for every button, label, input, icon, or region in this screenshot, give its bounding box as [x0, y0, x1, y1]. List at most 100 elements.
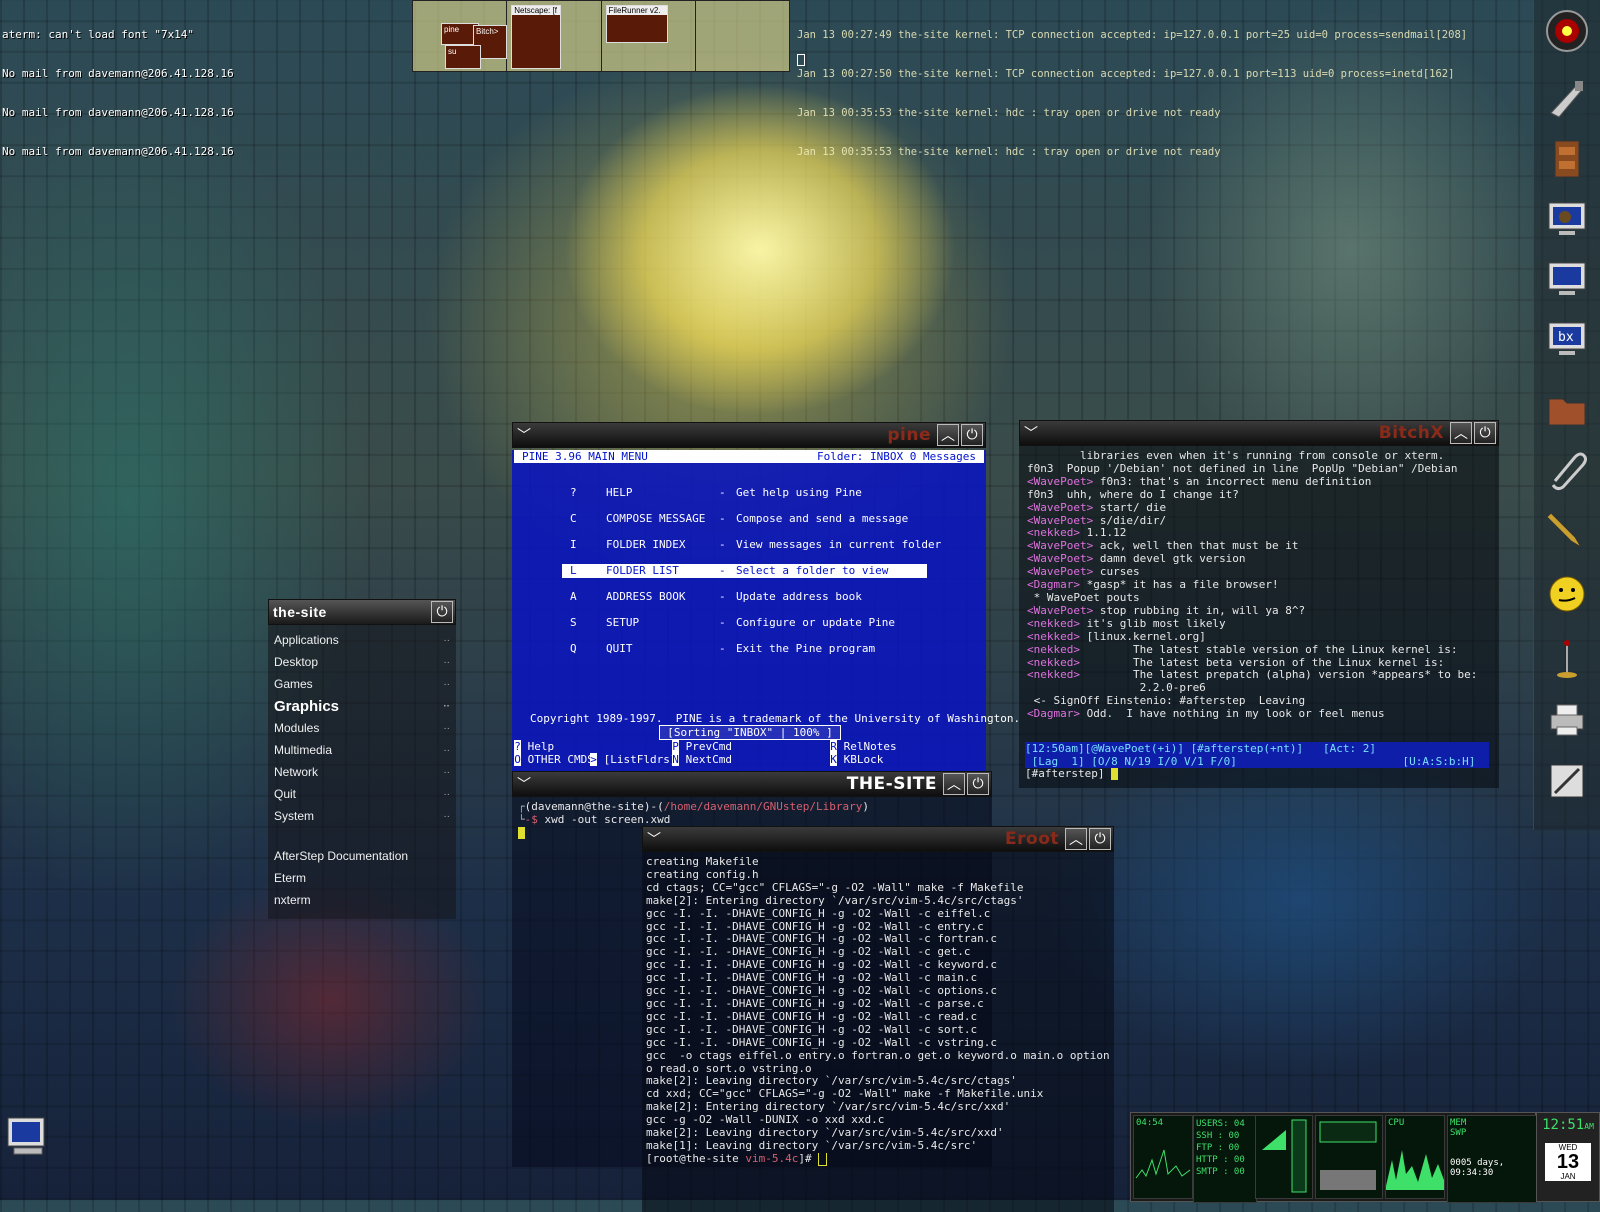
pine-cmd-help[interactable]: ? Help — [514, 740, 554, 753]
bitchx-titlebar[interactable]: ﹀ BitchX ︿ ⏻ — [1019, 420, 1499, 446]
menu-label: SETUP — [606, 616, 640, 629]
pager-desk-3[interactable]: FileRunner v2. — [602, 1, 696, 71]
window-menu-icon[interactable]: ﹀ — [1020, 422, 1042, 444]
menu-item-eterm[interactable]: Eterm — [268, 867, 456, 889]
shade-icon[interactable]: ︿ — [943, 773, 965, 795]
connection-monitor[interactable]: USERS: 04 SSH : 00 FTP : 00 HTTP : 00 SM… — [1193, 1115, 1257, 1203]
uptime-time: 09:34:30 — [1450, 1168, 1494, 1178]
menu-desc: View messages in current folder — [736, 538, 942, 551]
pine-header-left: PINE 3.96 MAIN MENU — [522, 450, 648, 463]
menu-item-system[interactable]: System ·· — [268, 805, 456, 827]
menu-item-network[interactable]: Network ·· — [268, 761, 456, 783]
network-monitor[interactable] — [1255, 1115, 1313, 1199]
pine-menu-folder-index[interactable]: I FOLDER INDEX - View messages in current f… — [562, 538, 941, 552]
menu-item-modules[interactable]: Modules ·· — [268, 717, 456, 739]
bitchx-icon[interactable]: bx — [1536, 310, 1598, 368]
menu-item-label: Eterm — [274, 871, 307, 885]
bitchx-body[interactable]: libraries even when it's running from co… — [1019, 446, 1499, 788]
monitor-bomb-icon[interactable] — [1536, 190, 1598, 248]
the-site-titlebar[interactable]: ﹀ THE-SITE ︿ ⏻ — [512, 771, 992, 797]
irc-input-line[interactable]: [#afterstep] _ — [1025, 768, 1118, 781]
pine-window[interactable]: ﹀ pine ︿ ⏻ PINE 3.96 MAIN MENU Folder: I… — [512, 422, 1020, 778]
fountain-pen-icon[interactable] — [1536, 500, 1598, 558]
smiley-face-icon[interactable] — [1536, 565, 1598, 623]
menu-item-multimedia[interactable]: Multimedia ·· — [268, 739, 456, 761]
pine-menu-help[interactable]: ? HELP - Get help using Pine — [562, 486, 927, 500]
pine-cmd-other[interactable]: O OTHER CMDS — [514, 753, 594, 766]
eroot-titlebar[interactable]: ﹀ Eroot ︿ ⏻ — [642, 826, 1114, 852]
pager-desk-1[interactable]: pine Bitch> su — [413, 1, 508, 71]
clock-calendar[interactable]: 12:51AM WED 13 JAN — [1536, 1112, 1600, 1202]
syslog-line: Jan 13 00:27:49 the-site kernel: TCP con… — [797, 29, 1468, 41]
shade-icon[interactable]: ︿ — [937, 424, 959, 446]
pager-window-filerunner[interactable]: FileRunner v2. — [605, 5, 668, 43]
pine-menu-folder-list[interactable]: L FOLDER LIST - Select a folder to view — [562, 564, 927, 578]
window-menu-icon[interactable]: ﹀ — [513, 424, 535, 446]
paperclip-icon[interactable] — [1536, 440, 1598, 498]
menu-item-nxterm[interactable]: nxterm — [268, 889, 456, 911]
uptime-days: 0005 days, — [1450, 1158, 1505, 1168]
irc-nick: <Dagmar> — [1027, 707, 1080, 721]
menu-item-quit[interactable]: Quit ·· — [268, 783, 456, 805]
lamp-icon[interactable] — [1536, 630, 1598, 688]
desktop-monitor-icon[interactable] — [4, 1112, 52, 1164]
irc-message: The latest stable version of the Linux k… — [1132, 642, 1458, 656]
shell-command-line[interactable]: └-$ xwd -out screen.xwd — [518, 814, 986, 827]
file-cabinet-icon[interactable] — [1536, 130, 1598, 188]
cd-controls-icon — [1319, 1121, 1377, 1190]
close-power-icon[interactable]: ⏻ — [967, 773, 989, 795]
menu-item-desktop[interactable]: Desktop ·· — [268, 651, 456, 673]
close-power-icon[interactable]: ⏻ — [1474, 422, 1496, 444]
pine-cmd-listfldrs[interactable]: > [ListFldrs] — [590, 753, 676, 766]
pine-menu-quit[interactable]: Q QUIT - Exit the Pine program — [562, 642, 927, 656]
close-power-icon[interactable]: ⏻ — [1089, 828, 1111, 850]
hal-eye-icon[interactable] — [1536, 2, 1598, 60]
pine-menu-setup[interactable]: S SETUP - Configure or update Pine — [562, 616, 927, 630]
shade-icon[interactable]: ︿ — [1450, 422, 1472, 444]
menu-item-afterstep-docs[interactable]: AfterStep Documentation — [268, 845, 456, 867]
menu-item-graphics[interactable]: Graphics ·· — [268, 695, 456, 717]
cmd-label: KBLock — [843, 753, 884, 766]
load-monitor[interactable]: 04:54 — [1133, 1115, 1193, 1199]
pager-desk-4[interactable] — [696, 1, 789, 71]
menu-item-applications[interactable]: Applications ·· — [268, 629, 456, 651]
drawing-tablet-icon[interactable] — [1536, 752, 1598, 810]
pine-cmd-relnotes[interactable]: R RelNotes — [830, 740, 897, 753]
close-power-icon[interactable]: ⏻ — [961, 424, 983, 446]
monitor-icon[interactable] — [1536, 250, 1598, 308]
root-terminal-messages: aterm: can't load font "7x14" No mail fr… — [2, 2, 234, 171]
pine-cmd-kblock[interactable]: K KBLock — [830, 753, 883, 766]
pine-cmd-nextcmd[interactable]: N NextCmd — [672, 753, 732, 766]
root-menu-body: Applications ·· Desktop ·· Games ·· Graphic… — [268, 625, 456, 919]
menu-desc: Exit the Pine program — [736, 642, 876, 655]
pager-desk-2[interactable]: Netscape: [f — [507, 1, 602, 71]
shade-icon[interactable]: ︿ — [1065, 828, 1087, 850]
pine-cmd-prevcmd[interactable]: P PrevCmd — [672, 740, 732, 753]
irc-nick: <WavePoet> — [1027, 500, 1094, 514]
pine-body[interactable]: PINE 3.96 MAIN MENU Folder: INBOX 0 Mess… — [512, 450, 1020, 778]
printer-icon[interactable] — [1536, 690, 1598, 748]
close-power-icon[interactable]: ⏻ — [431, 601, 453, 623]
pager-window-netscape[interactable]: Netscape: [f — [511, 5, 562, 69]
paintbrush-icon[interactable] — [1536, 70, 1598, 128]
irc-message: Odd. I have nothing in my look or feel m… — [1079, 707, 1385, 721]
pine-titlebar[interactable]: ﹀ pine ︿ ⏻ — [512, 422, 986, 448]
memory-monitor[interactable]: MEM SWP 0005 days, 09:34:30 — [1447, 1115, 1537, 1203]
cd-player[interactable] — [1315, 1115, 1383, 1199]
pine-menu-compose[interactable]: C COMPOSE MESSAGE - Compose and send a mess… — [562, 512, 927, 526]
desktop-pager[interactable]: pine Bitch> su Netscape: [f FileRunner v… — [412, 0, 790, 72]
bitchx-window[interactable]: ﹀ BitchX ︿ ⏻ libraries even when it's ru… — [1019, 420, 1499, 788]
pine-menu-address-book[interactable]: A ADDRESS BOOK - Update address book — [562, 590, 927, 604]
window-menu-icon[interactable]: ﹀ — [643, 828, 665, 850]
menu-item-games[interactable]: Games ·· — [268, 673, 456, 695]
cpu-monitor[interactable]: CPU — [1385, 1115, 1445, 1199]
eroot-body[interactable]: creating Makefile creating config.h cd cta… — [642, 852, 1114, 1212]
root-menu-titlebar[interactable]: the-site ⏻ — [268, 599, 456, 625]
irc-message: ack, well then that must be it — [1093, 539, 1299, 553]
pager-window-su[interactable]: su — [445, 45, 481, 69]
root-prompt-line[interactable]: [root@the-site vim-5.4c]# — [646, 1152, 1110, 1166]
root-menu[interactable]: the-site ⏻ Applications ·· Desktop ·· Game… — [268, 599, 456, 919]
window-menu-icon[interactable]: ﹀ — [513, 773, 535, 795]
folder-icon[interactable] — [1536, 380, 1598, 438]
eroot-terminal-window[interactable]: ﹀ Eroot ︿ ⏻ creating Makefile creating co… — [642, 826, 1114, 1212]
